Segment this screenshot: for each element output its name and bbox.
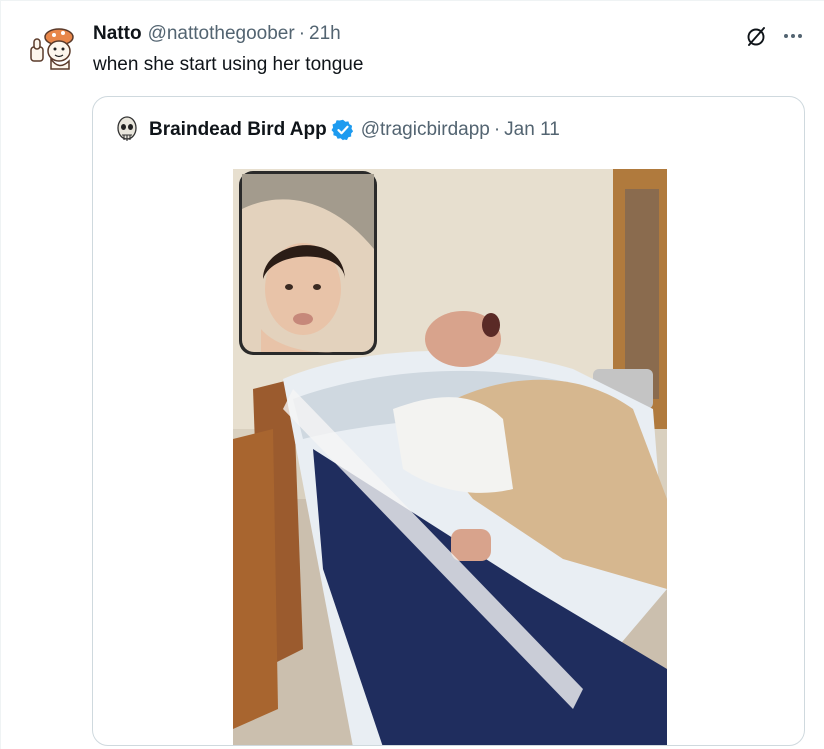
- user-avatar[interactable]: [25, 23, 81, 73]
- tweet-timestamp[interactable]: 21h: [309, 23, 341, 45]
- grok-button[interactable]: [741, 23, 771, 49]
- user-handle[interactable]: @nattothegoober: [148, 23, 295, 45]
- tweet-text: when she start using her tongue: [93, 54, 364, 75]
- tweet[interactable]: Natto @nattothegoober · 21h when she sta…: [0, 0, 824, 749]
- quote-header: Braindead Bird App @tragicbirdapp · Jan …: [113, 115, 560, 145]
- quote-separator-dot: ·: [493, 119, 501, 140]
- more-options-button[interactable]: [779, 23, 807, 49]
- quote-handle[interactable]: @tragicbirdapp: [361, 119, 490, 141]
- quote-display-name[interactable]: Braindead Bird App: [149, 119, 327, 141]
- separator-dot: ·: [298, 23, 306, 44]
- quote-timestamp[interactable]: Jan 11: [504, 119, 560, 141]
- cartoon-thumbs-up-avatar-icon: [30, 28, 74, 70]
- tweet-header: Natto @nattothegoober · 21h: [93, 23, 341, 47]
- display-name[interactable]: Natto: [93, 23, 142, 45]
- quoted-tweet[interactable]: Braindead Bird App @tragicbirdapp · Jan …: [92, 96, 805, 746]
- quote-media-photo[interactable]: [233, 169, 667, 745]
- hospital-bed-photo: [233, 169, 667, 745]
- more-dots-icon: [784, 34, 802, 38]
- skull-avatar-icon[interactable]: [113, 115, 141, 145]
- verified-badge-icon: [331, 119, 353, 141]
- grok-slash-circle-icon: [747, 27, 765, 46]
